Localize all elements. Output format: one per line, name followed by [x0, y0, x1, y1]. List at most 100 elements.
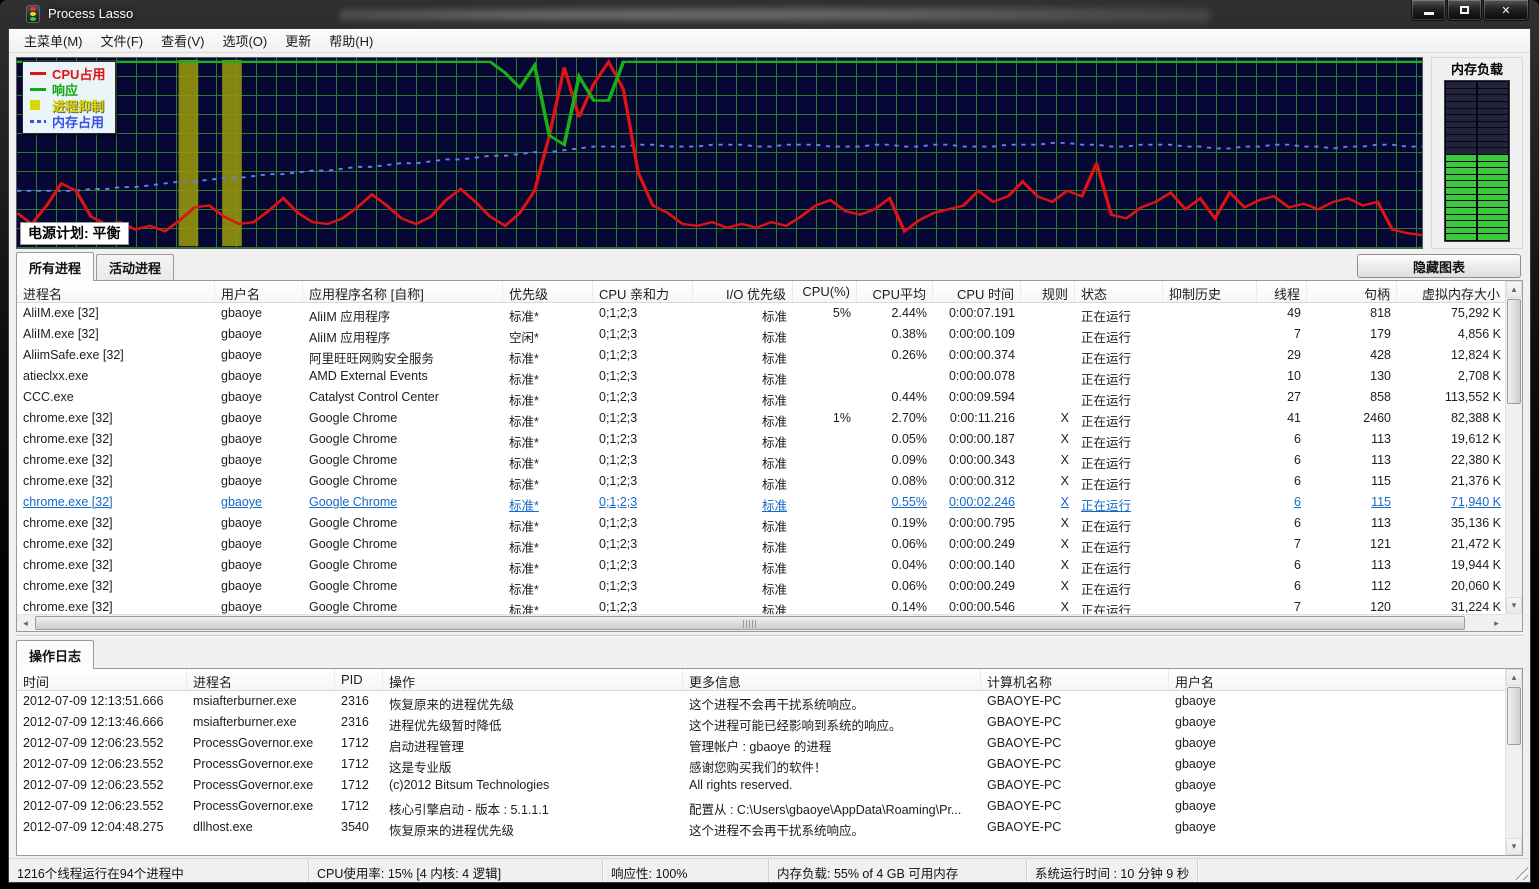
- horizontal-scroll-thumb[interactable]: [35, 616, 1465, 630]
- close-button[interactable]: ✕: [1483, 0, 1529, 21]
- table-cell: 正在运行: [1075, 513, 1163, 534]
- scroll-down-icon[interactable]: ▾: [1506, 597, 1522, 614]
- scroll-left-icon[interactable]: ◂: [17, 615, 34, 631]
- tab-action-log[interactable]: 操作日志: [16, 640, 94, 669]
- table-row[interactable]: chrome.exe [32]gbaoyeGoogle Chrome标准*0;1…: [17, 450, 1522, 471]
- table-cell: 0;1;2;3: [593, 429, 693, 450]
- column-header[interactable]: 计算机名称: [981, 669, 1169, 690]
- menu-item[interactable]: 文件(F): [92, 28, 153, 53]
- menu-item[interactable]: 更新: [276, 28, 320, 53]
- table-cell: [857, 366, 933, 387]
- vertical-scroll-thumb[interactable]: [1507, 299, 1521, 404]
- table-row[interactable]: AliimSafe.exe [32]gbaoye阿里旺旺网购安全服务标准*0;1…: [17, 345, 1522, 366]
- table-cell: 0:00:00.109: [933, 324, 1021, 345]
- table-row[interactable]: CCC.exegbaoyeCatalyst Control Center标准*0…: [17, 387, 1522, 408]
- minimize-button[interactable]: [1411, 0, 1446, 21]
- column-header[interactable]: 进程名: [17, 281, 215, 302]
- table-cell: Google Chrome: [303, 429, 503, 450]
- table-cell: 2.44%: [857, 303, 933, 324]
- table-row[interactable]: chrome.exe [32]gbaoyeGoogle Chrome标准*0;1…: [17, 597, 1522, 614]
- horizontal-scrollbar[interactable]: ◂ ▸: [17, 614, 1505, 631]
- column-header[interactable]: 更多信息: [683, 669, 981, 690]
- table-row[interactable]: chrome.exe [32]gbaoyeGoogle Chrome标准*0;1…: [17, 534, 1522, 555]
- column-header[interactable]: 时间: [17, 669, 187, 690]
- scroll-up-icon[interactable]: ▴: [1506, 281, 1522, 298]
- table-cell: 0;1;2;3: [593, 345, 693, 366]
- table-cell: 0:00:00.546: [933, 597, 1021, 614]
- table-cell: 2.70%: [857, 408, 933, 429]
- column-header[interactable]: 状态: [1075, 281, 1163, 302]
- column-header[interactable]: CPU 时间: [933, 281, 1021, 302]
- log-table-scrollbar[interactable]: ▴ ▾: [1505, 669, 1522, 855]
- table-cell: X: [1021, 576, 1075, 597]
- tab-all-processes[interactable]: 所有进程: [16, 252, 94, 281]
- table-cell: gbaoye: [215, 534, 303, 555]
- scroll-down-icon[interactable]: ▾: [1506, 838, 1522, 855]
- table-cell: 0:00:00.249: [933, 576, 1021, 597]
- vertical-scroll-thumb[interactable]: [1507, 687, 1521, 745]
- menu-item[interactable]: 帮助(H): [320, 28, 382, 53]
- table-row[interactable]: 2012-07-09 12:06:23.552ProcessGovernor.e…: [17, 754, 1522, 775]
- menu-item[interactable]: 主菜单(M): [15, 28, 92, 53]
- table-row[interactable]: 2012-07-09 12:06:23.552ProcessGovernor.e…: [17, 796, 1522, 817]
- column-header[interactable]: 进程名: [187, 669, 335, 690]
- table-cell: GBAOYE-PC: [981, 691, 1169, 712]
- column-header[interactable]: 操作: [383, 669, 683, 690]
- table-cell: 3540: [335, 817, 383, 838]
- hide-chart-button[interactable]: 隐藏图表: [1357, 254, 1521, 278]
- table-row[interactable]: atieclxx.exegbaoyeAMD External Events标准*…: [17, 366, 1522, 387]
- maximize-button[interactable]: [1447, 0, 1482, 21]
- window-title: Process Lasso: [48, 6, 133, 21]
- table-row[interactable]: chrome.exe [32]gbaoyeGoogle Chrome标准*0;1…: [17, 429, 1522, 450]
- gauge-segment: [1446, 234, 1508, 240]
- column-header[interactable]: 应用程序名称 [自称]: [303, 281, 503, 302]
- table-cell: chrome.exe [32]: [17, 534, 215, 555]
- table-row[interactable]: chrome.exe [32]gbaoyeGoogle Chrome标准*0;1…: [17, 408, 1522, 429]
- table-row[interactable]: AliIM.exe [32]gbaoyeAliIM 应用程序空闲*0;1;2;3…: [17, 324, 1522, 345]
- resize-grip[interactable]: [1515, 867, 1528, 880]
- tab-active-processes[interactable]: 活动进程: [96, 254, 174, 281]
- table-row[interactable]: chrome.exe [32]gbaoyeGoogle Chrome标准*0;1…: [17, 471, 1522, 492]
- table-cell: 0:00:00.374: [933, 345, 1021, 366]
- client-area: 主菜单(M)文件(F)查看(V)选项(O)更新帮助(H) CPU占用响应进程抑制…: [8, 28, 1531, 883]
- column-header[interactable]: CPU平均: [857, 281, 933, 302]
- column-header[interactable]: 规则: [1021, 281, 1075, 302]
- table-row[interactable]: 2012-07-09 12:04:48.275dllhost.exe3540恢复…: [17, 817, 1522, 838]
- table-cell: gbaoye: [215, 303, 303, 324]
- column-header[interactable]: 抑制历史: [1163, 281, 1257, 302]
- scroll-up-icon[interactable]: ▴: [1506, 669, 1522, 686]
- splitter[interactable]: [16, 632, 1523, 642]
- table-cell: [1163, 303, 1257, 324]
- table-row[interactable]: 2012-07-09 12:06:23.552ProcessGovernor.e…: [17, 733, 1522, 754]
- column-header[interactable]: 句柄: [1307, 281, 1397, 302]
- table-cell: 113: [1307, 555, 1397, 576]
- gauge-segment: [1446, 135, 1508, 141]
- menu-item[interactable]: 查看(V): [152, 28, 213, 53]
- table-row[interactable]: 2012-07-09 12:13:46.666msiafterburner.ex…: [17, 712, 1522, 733]
- table-cell: gbaoye: [1169, 691, 1507, 712]
- column-header[interactable]: 线程: [1257, 281, 1307, 302]
- table-row[interactable]: 2012-07-09 12:13:51.666msiafterburner.ex…: [17, 691, 1522, 712]
- table-row[interactable]: chrome.exe [32]gbaoyeGoogle Chrome标准*0;1…: [17, 555, 1522, 576]
- column-header[interactable]: 用户名: [215, 281, 303, 302]
- title-bar[interactable]: Process Lasso ✕: [0, 0, 1539, 28]
- table-cell: 0;1;2;3: [593, 303, 693, 324]
- table-row[interactable]: chrome.exe [32]gbaoyeGoogle Chrome标准*0;1…: [17, 576, 1522, 597]
- menu-item[interactable]: 选项(O): [213, 28, 276, 53]
- table-cell: [793, 555, 857, 576]
- column-header[interactable]: 虚拟内存大小: [1397, 281, 1507, 302]
- process-table-scrollbar[interactable]: ▴ ▾: [1505, 281, 1522, 614]
- column-header[interactable]: CPU(%): [793, 281, 857, 302]
- table-row[interactable]: AliIM.exe [32]gbaoyeAliIM 应用程序标准*0;1;2;3…: [17, 303, 1522, 324]
- table-row[interactable]: chrome.exe [32]gbaoyeGoogle Chrome标准*0;1…: [17, 513, 1522, 534]
- scroll-right-icon[interactable]: ▸: [1488, 615, 1505, 631]
- table-cell: 启动进程管理: [383, 733, 683, 754]
- table-row[interactable]: chrome.exe [32]gbaoyeGoogle Chrome标准*0;1…: [17, 492, 1522, 513]
- column-header[interactable]: 用户名: [1169, 669, 1507, 690]
- column-header[interactable]: CPU 亲和力: [593, 281, 693, 302]
- column-header[interactable]: PID: [335, 669, 383, 690]
- table-cell: 标准: [693, 429, 793, 450]
- column-header[interactable]: I/O 优先级: [693, 281, 793, 302]
- table-row[interactable]: 2012-07-09 12:06:23.552ProcessGovernor.e…: [17, 775, 1522, 796]
- column-header[interactable]: 优先级: [503, 281, 593, 302]
